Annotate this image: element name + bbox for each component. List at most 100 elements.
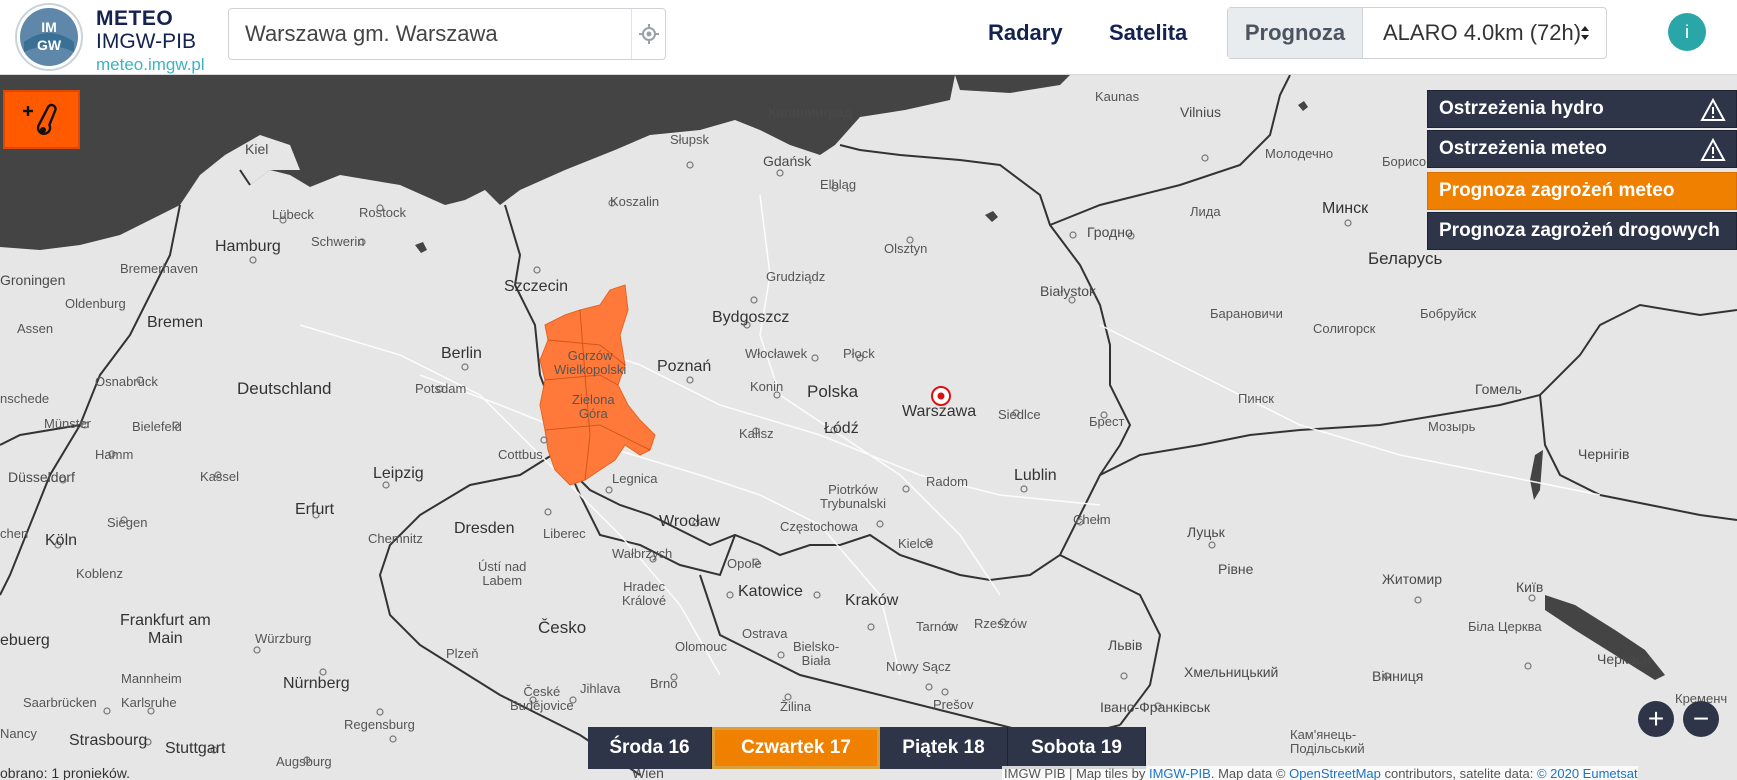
attribution-link-osm[interactable]: OpenStreetMap	[1289, 766, 1381, 780]
day-tab-thursday[interactable]: Czwartek 17	[712, 727, 880, 769]
day-tab-friday[interactable]: Piątek 18	[880, 727, 1008, 769]
map-label-czestochowa: Częstochowa	[780, 519, 859, 534]
map-label-zhytomyr: Житомир	[1382, 571, 1443, 587]
attribution-prefix: IMGW PIB | Map tiles by	[1004, 766, 1149, 780]
map-label-tarnow: Tarnów	[916, 619, 958, 634]
map-label-ebuerg: ebuerg	[0, 632, 50, 649]
day-tab-wednesday[interactable]: Środa 16	[588, 727, 712, 769]
map-label-kaunas: Kaunas	[1095, 89, 1140, 104]
map-label-vinnytsia: Вінниця	[1372, 668, 1424, 684]
day-tab-saturday[interactable]: Sobota 19	[1008, 727, 1146, 769]
map-label-krakow: Kraków	[845, 592, 899, 609]
map-label-slupsk: Słupsk	[670, 132, 710, 147]
map-label-presov: Prešov	[933, 697, 974, 712]
map-label-belarus: Беларусь	[1368, 249, 1443, 268]
map-label-koln: Köln	[45, 532, 78, 549]
forecast-model-select[interactable]: ALARO 4.0km (72h)	[1363, 8, 1606, 58]
nav-radars[interactable]: Radary	[988, 20, 1063, 46]
map-label-brno: Brno	[650, 676, 678, 691]
map-label-katowice: Katowice	[738, 583, 803, 600]
map-label-siegen: Siegen	[107, 515, 148, 530]
map-label-kyiv: Київ	[1516, 579, 1544, 595]
map-label-ivano-frankivsk: Івано-Франківськ	[1100, 699, 1211, 715]
plus-icon: +	[1647, 703, 1665, 734]
info-button[interactable]: i	[1668, 13, 1706, 51]
map-label-baranovichi: Барановичи	[1210, 306, 1283, 321]
svg-text:IM: IM	[41, 19, 57, 35]
map-label-gomel: Гомель	[1475, 381, 1522, 397]
map-label-poznan: Poznań	[657, 358, 712, 375]
map-label-cherkasy: Черкаси	[1597, 651, 1651, 667]
map-label-khmelnytskyi: Хмельницький	[1184, 664, 1279, 680]
map-label-warszawa: Warszawa	[902, 403, 977, 420]
forecast-selector: Prognoza ALARO 4.0km (72h)	[1227, 7, 1607, 59]
map-label-groningen: Groningen	[0, 272, 66, 288]
minus-icon: −	[1692, 703, 1710, 734]
map-label-wloclawek: Włocławek	[745, 346, 808, 361]
threat-forecast-meteo-label: Prognoza zagrożeń meteo	[1439, 180, 1675, 201]
map-label-mannheim: Mannheim	[121, 671, 182, 686]
map-label-oldenburg: Oldenburg	[65, 296, 126, 311]
map-label-chen: chen	[0, 526, 29, 541]
map-label-lida: Лида	[1190, 204, 1221, 219]
map-label-lublin: Lublin	[1014, 467, 1057, 484]
map-label-zielona-gora: Zielona Góra	[572, 392, 615, 422]
map-label-dusseldorf: Düsseldorf	[8, 469, 75, 485]
warnings-hydro-label: Ostrzeżenia hydro	[1439, 98, 1604, 119]
map-label-deutschland: Deutschland	[237, 379, 332, 398]
brand: METEO IMGW-PIB meteo.imgw.pl	[96, 8, 205, 73]
map-label-liberec: Liberec	[543, 526, 586, 541]
map-label-vilnius: Vilnius	[1180, 104, 1221, 120]
attribution-link-eumetsat[interactable]: © 2020 Eumetsat	[1537, 766, 1638, 780]
threat-forecast-meteo-button[interactable]: Prognoza zagrożeń meteo	[1427, 172, 1737, 210]
attribution-link-imgw[interactable]: IMGW-PIB	[1149, 766, 1211, 780]
map-label-zilina: Žilina	[780, 699, 812, 714]
map-label-hamburg: Hamburg	[215, 238, 281, 255]
map-label-nurnberg: Nürnberg	[283, 675, 350, 692]
map-label-konin: Konin	[750, 379, 784, 394]
map-label-frankfurt: Frankfurt am Main	[120, 612, 211, 647]
threat-forecast-road-label: Prognoza zagrożeń drogowych	[1439, 220, 1720, 241]
map-label-rivne: Рівне	[1218, 561, 1254, 577]
locate-me-button[interactable]	[631, 9, 665, 59]
map-label-chemnitz: Chemnitz	[368, 531, 423, 546]
map-label-ostrava: Ostrava	[742, 626, 788, 641]
nav-satellite[interactable]: Satelita	[1109, 20, 1187, 46]
map-label-kaliningrad: Калининград	[768, 104, 853, 120]
forecast-label[interactable]: Prognoza	[1228, 8, 1363, 58]
temperature-layer-button[interactable]	[3, 90, 80, 149]
select-arrows-icon	[1581, 26, 1589, 40]
thermometer-icon	[22, 103, 57, 135]
map-label-olomouc: Olomouc	[675, 639, 728, 654]
brand-url[interactable]: meteo.imgw.pl	[96, 56, 205, 73]
map-label-schwerin: Schwerin	[311, 234, 365, 249]
map-label-karlsruhe: Karlsruhe	[121, 695, 177, 710]
map-label-koblenz: Koblenz	[76, 566, 123, 581]
warnings-meteo-button[interactable]: Ostrzeżenia meteo	[1427, 130, 1737, 168]
map-label-kielce: Kielce	[898, 536, 934, 551]
crosshair-icon	[638, 24, 659, 44]
zoom-in-button[interactable]: +	[1638, 701, 1674, 737]
map-label-hradec: Hradec Králové	[622, 579, 667, 609]
map-label-potsdam: Potsdam	[415, 381, 467, 396]
map-label-bielefeld: Bielefeld	[132, 419, 182, 434]
imgw-logo[interactable]: IM GW	[14, 2, 84, 72]
map-label-bielsko: Bielsko- Biała	[793, 639, 840, 669]
threat-forecast-road-button[interactable]: Prognoza zagrożeń drogowych	[1427, 212, 1737, 250]
location-search-input[interactable]	[229, 9, 631, 59]
attribution-mid1: . Map data ©	[1210, 766, 1290, 780]
map-label-cottbus: Cottbus	[498, 447, 543, 462]
map-label-brest: Брест	[1089, 414, 1125, 429]
zoom-out-button[interactable]: −	[1683, 701, 1719, 737]
svg-text:GW: GW	[37, 37, 62, 53]
map-label-polska: Polska	[807, 382, 859, 401]
map-label-legnica: Legnica	[612, 471, 658, 486]
map-label-grodno: Гродно	[1087, 224, 1133, 240]
map-label-grudziadz: Grudziądz	[766, 269, 826, 284]
map-label-soligorsk: Солигорск	[1313, 321, 1376, 336]
brand-subtitle: IMGW-PIB	[96, 30, 196, 53]
map-label-leipzig: Leipzig	[373, 465, 424, 482]
map-label-gdansk: Gdańsk	[763, 153, 812, 169]
warnings-hydro-button[interactable]: Ostrzeżenia hydro	[1427, 90, 1737, 128]
map-label-erfurt: Erfurt	[295, 501, 335, 518]
